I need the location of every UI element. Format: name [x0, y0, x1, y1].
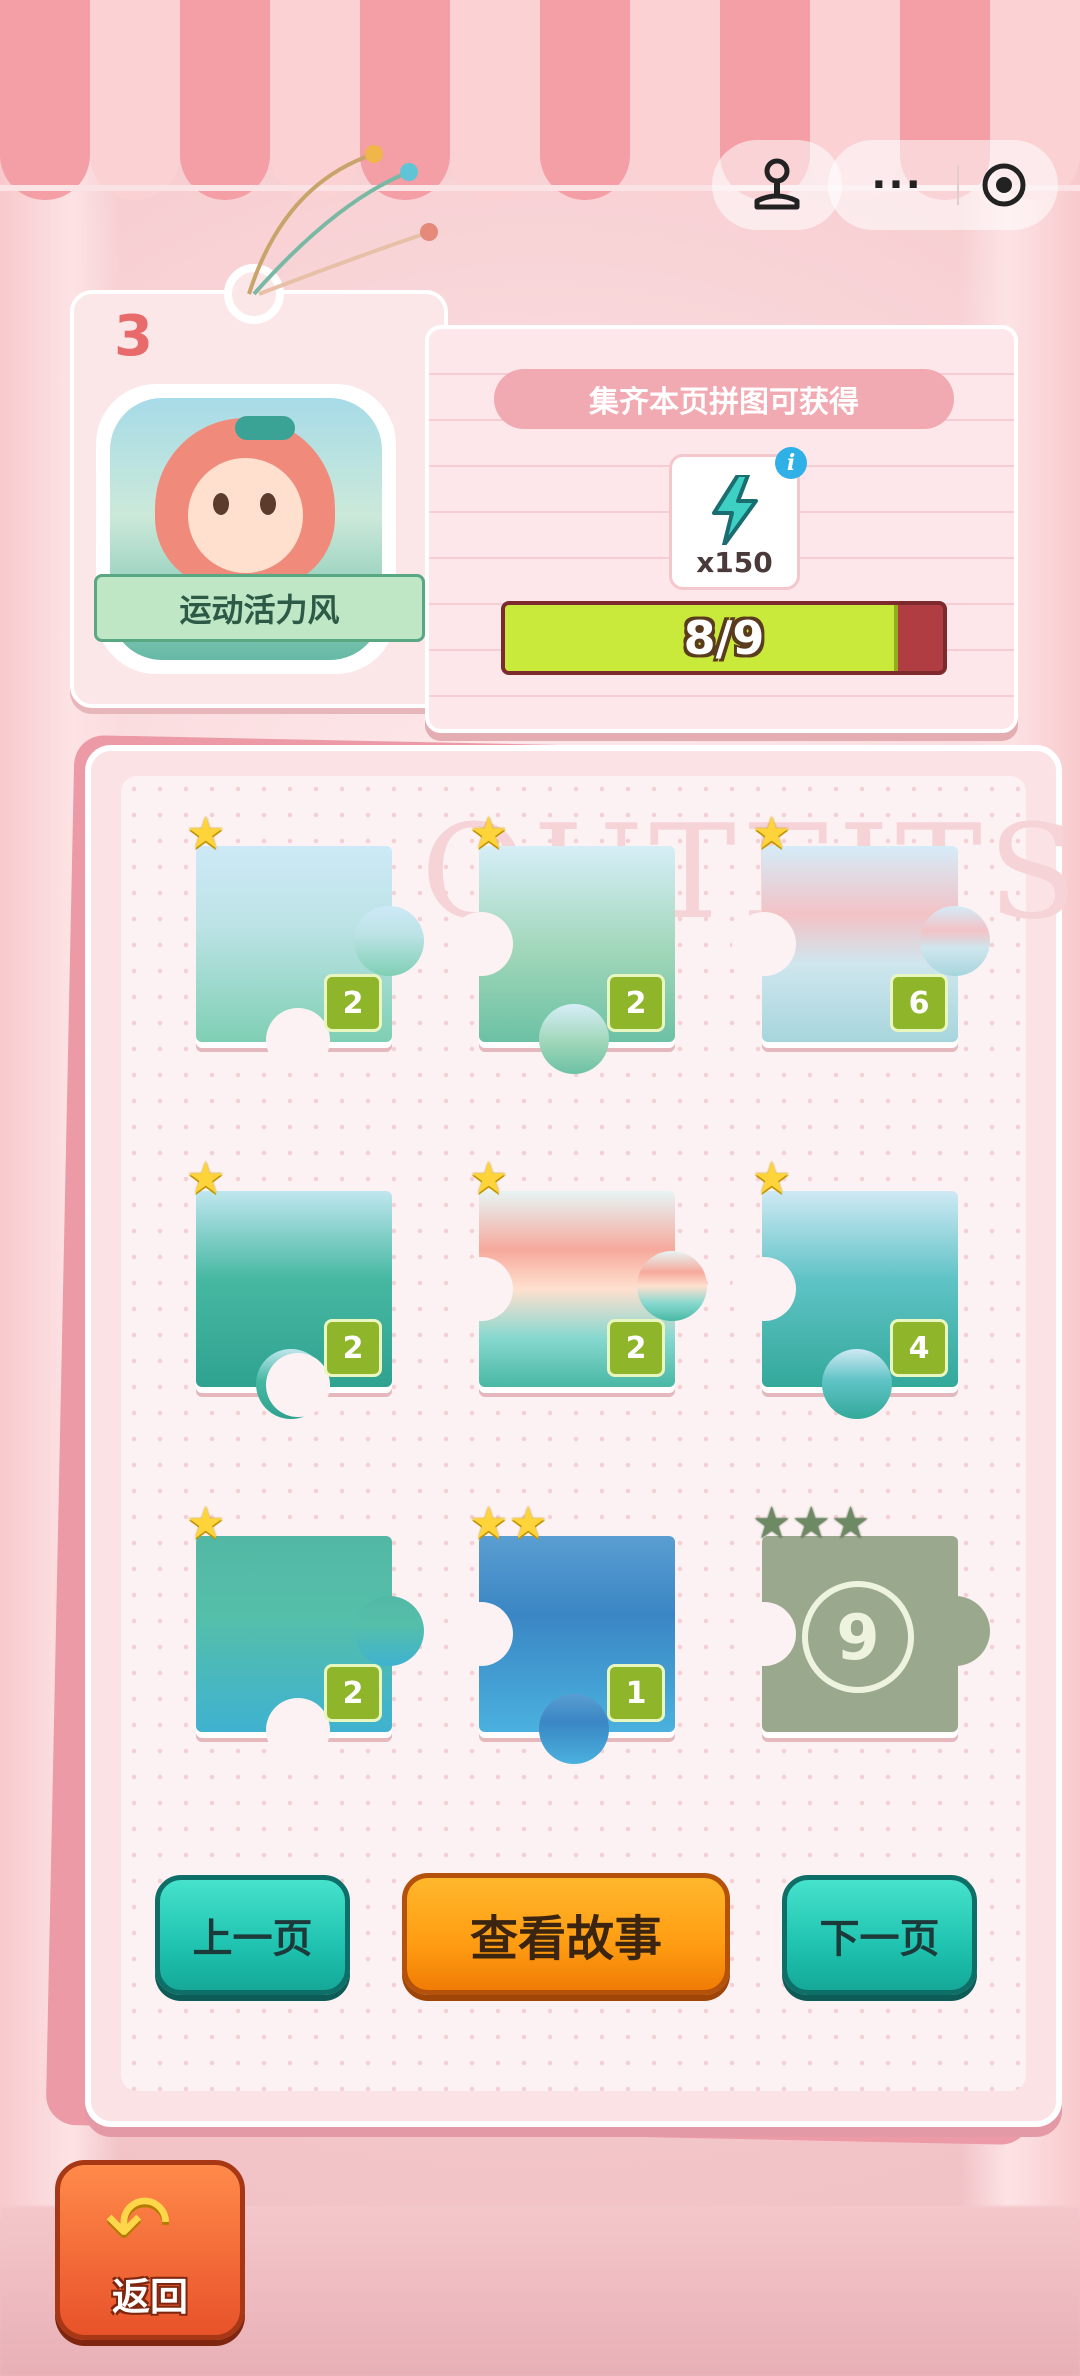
puzzle-piece-4[interactable]: ★ 2: [186, 1157, 392, 1419]
star-icon: ★: [469, 808, 509, 859]
piece-slot: [266, 1698, 330, 1762]
piece-tab: [920, 1596, 990, 1666]
piece-slot: [732, 1257, 796, 1321]
lightning-bolt-icon: [712, 475, 758, 545]
piece-stars: ★ ★ ★: [752, 1502, 870, 1546]
star-icon: ★: [186, 1153, 226, 1204]
piece-stars: ★: [752, 1157, 791, 1201]
piece-stars: ★ ★: [469, 1502, 548, 1546]
piece-count-badge: 2: [324, 1664, 382, 1722]
back-label: 返回: [111, 2275, 188, 2319]
piece-stars: ★: [469, 812, 508, 856]
back-button[interactable]: ↶ 返回: [55, 2160, 245, 2340]
puzzle-piece-6[interactable]: ★ 4: [732, 1157, 958, 1419]
tag-strings: [247, 145, 438, 296]
hair-bow: [235, 416, 295, 440]
outfit-name-ribbon: 运动活力风: [94, 574, 425, 642]
reward-item[interactable]: x150 i: [669, 447, 807, 590]
piece-slot: [732, 912, 796, 976]
piece-count-badge: 2: [607, 974, 665, 1032]
piece-count-badge: 4: [890, 1319, 948, 1377]
piece-tab: [354, 906, 424, 976]
piece-slot: [449, 1257, 513, 1321]
piece-stars: ★: [469, 1157, 508, 1201]
piece-tab: [637, 1251, 707, 1321]
piece-count-badge: 2: [324, 1319, 382, 1377]
reward-card: 集齐本页拼图可获得 x150 i 8/9: [425, 325, 1018, 733]
piece-stars: ★: [186, 1502, 225, 1546]
reward-quantity: x150: [696, 546, 773, 579]
info-icon[interactable]: i: [775, 447, 807, 479]
piece-slot: [732, 1602, 796, 1666]
star-icon: ★: [752, 808, 792, 859]
progress-text: 8/9: [683, 611, 765, 665]
collection-progress-bar: 8/9: [501, 601, 947, 675]
piece-slot: [266, 1353, 330, 1417]
joystick-icon: [754, 158, 800, 210]
piece-tab: [822, 1349, 892, 1419]
piece-tab: [539, 1004, 609, 1074]
piece-tab: [920, 906, 990, 976]
character-face: [188, 458, 303, 573]
star-icon: ★: [469, 1153, 509, 1204]
star-icon: ★: [752, 1153, 792, 1204]
piece-count-badge: 1: [607, 1664, 665, 1722]
puzzle-piece-1[interactable]: ★ 2: [186, 812, 424, 1072]
target-icon[interactable]: [969, 162, 1039, 208]
star-icon: ★: [186, 808, 226, 859]
piece-count-badge: 2: [607, 1319, 665, 1377]
puzzle-piece-2[interactable]: ★ 2: [449, 812, 675, 1074]
star-icon: ★: [469, 1498, 509, 1549]
view-story-button[interactable]: 查看故事: [402, 1873, 730, 1995]
prev-page-button[interactable]: 上一页: [155, 1875, 350, 1995]
star-icon: ★: [791, 1498, 831, 1549]
puzzle-piece-9[interactable]: ★ ★ ★ 9: [732, 1502, 990, 1732]
piece-count-badge: 6: [890, 974, 948, 1032]
piece-stars: ★: [186, 812, 225, 856]
puzzle-piece-8[interactable]: ★ ★ 1: [449, 1502, 675, 1764]
puzzle-piece-7[interactable]: ★ 2: [186, 1502, 424, 1762]
star-icon: ★: [752, 1498, 792, 1549]
star-icon: ★: [508, 1498, 548, 1549]
piece-tab: [539, 1694, 609, 1764]
star-icon: ★: [186, 1498, 226, 1549]
puzzle-piece-5[interactable]: ★ 2: [449, 1157, 707, 1387]
joystick-capsule[interactable]: [712, 140, 842, 230]
star-icon: ★: [830, 1498, 871, 1549]
piece-stars: ★: [752, 812, 791, 856]
capsule-divider: [957, 165, 959, 205]
reward-title: 集齐本页拼图可获得: [494, 369, 954, 429]
left-eye: [213, 493, 229, 515]
piece-slot: [266, 1008, 330, 1072]
piece-tab: [354, 1596, 424, 1666]
next-page-button[interactable]: 下一页: [782, 1875, 977, 1995]
locked-piece-number: 9: [802, 1581, 914, 1693]
puzzle-piece-3[interactable]: ★ 6: [732, 812, 990, 1042]
back-arrow-icon: ↶: [105, 2177, 173, 2270]
menu-capsule: ···: [828, 140, 1058, 230]
piece-stars: ★: [186, 1157, 225, 1201]
character-card: 3 运动活力风: [70, 145, 448, 708]
piece-slot: [449, 1602, 513, 1666]
page-number: 3: [114, 304, 153, 369]
piece-count-badge: 2: [324, 974, 382, 1032]
piece-slot: [449, 912, 513, 976]
more-button[interactable]: ···: [847, 162, 947, 208]
right-eye: [260, 493, 276, 515]
